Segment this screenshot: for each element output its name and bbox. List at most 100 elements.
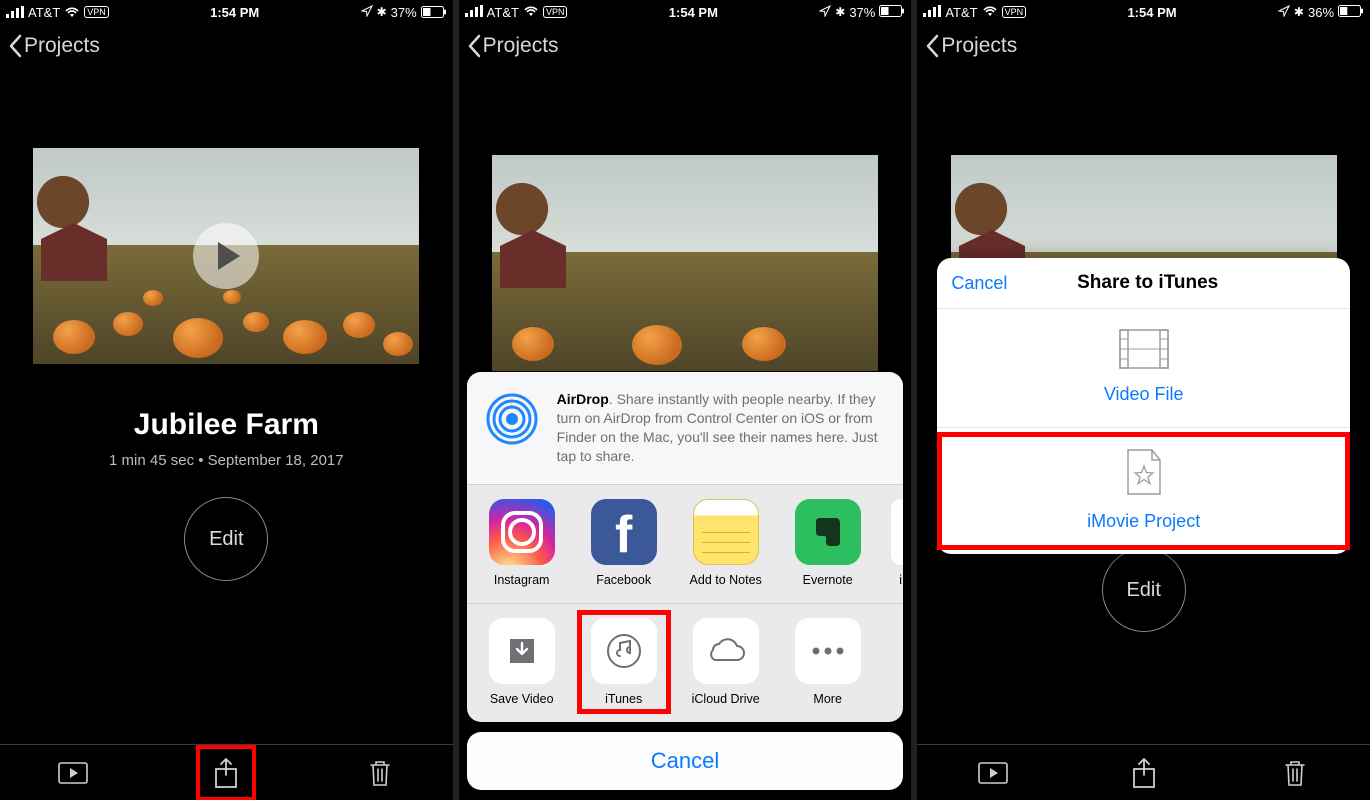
facebook-icon: f bbox=[591, 499, 657, 565]
bottom-toolbar bbox=[917, 744, 1370, 800]
vpn-badge: VPN bbox=[1002, 6, 1027, 18]
bluetooth-icon: ✱ bbox=[377, 5, 387, 19]
action-label: More bbox=[813, 692, 841, 706]
edit-button[interactable]: Edit bbox=[184, 497, 268, 581]
option-label: Video File bbox=[1104, 384, 1184, 405]
icloud-icon bbox=[693, 618, 759, 684]
signal-icon bbox=[465, 5, 483, 20]
video-file-icon bbox=[1119, 329, 1169, 374]
trash-button[interactable] bbox=[1275, 753, 1315, 793]
app-label: Facebook bbox=[596, 573, 651, 587]
project-thumbnail[interactable] bbox=[33, 148, 419, 364]
status-time: 1:54 PM bbox=[210, 5, 259, 20]
location-icon bbox=[361, 5, 373, 20]
share-app-instagram[interactable]: Instagram bbox=[483, 499, 561, 587]
status-time: 1:54 PM bbox=[1127, 5, 1176, 20]
carrier-label: AT&T bbox=[487, 5, 519, 20]
screen-project-detail: AT&T VPN 1:54 PM ✱ 37% Projects bbox=[0, 0, 453, 800]
status-bar: AT&T VPN 1:54 PM ✱ 37% bbox=[0, 0, 453, 22]
share-button[interactable] bbox=[198, 747, 254, 799]
share-cancel-button[interactable]: Cancel bbox=[467, 732, 904, 790]
airdrop-section[interactable]: AirDrop. Share instantly with people nea… bbox=[467, 372, 904, 485]
play-fullscreen-button[interactable] bbox=[973, 753, 1013, 793]
nav-bar: Projects bbox=[459, 22, 912, 70]
share-app-facebook[interactable]: f Facebook bbox=[585, 499, 663, 587]
action-label: iCloud Drive bbox=[692, 692, 760, 706]
vpn-badge: VPN bbox=[84, 6, 109, 18]
battery-icon bbox=[1338, 5, 1364, 20]
instagram-icon bbox=[489, 499, 555, 565]
share-button[interactable] bbox=[1124, 753, 1164, 793]
action-save-video[interactable]: Save Video bbox=[483, 618, 561, 706]
status-time: 1:54 PM bbox=[669, 5, 718, 20]
location-icon bbox=[819, 5, 831, 20]
edit-label: Edit bbox=[209, 528, 243, 551]
screen-share-sheet: AT&T VPN 1:54 PM ✱ 37% Projects bbox=[459, 0, 912, 800]
status-bar: AT&T VPN 1:54 PM ✱ 36% bbox=[917, 0, 1370, 22]
wifi-icon bbox=[523, 5, 539, 20]
location-icon bbox=[1278, 5, 1290, 20]
more-icon bbox=[795, 618, 861, 684]
cancel-label: Cancel bbox=[651, 748, 719, 773]
option-video-file[interactable]: Video File bbox=[937, 309, 1350, 428]
app-label: Evernote bbox=[803, 573, 853, 587]
nav-bar: Projects bbox=[0, 22, 453, 70]
share-app-evernote[interactable]: Evernote bbox=[789, 499, 867, 587]
app-label: Add to Notes bbox=[690, 573, 762, 587]
app-label: Instagram bbox=[494, 573, 550, 587]
screen-share-to-itunes: AT&T VPN 1:54 PM ✱ 36% Projects Edit Can… bbox=[917, 0, 1370, 800]
carrier-label: AT&T bbox=[28, 5, 60, 20]
share-actions-row: Save Video iTunes iCloud Drive bbox=[467, 603, 904, 722]
trash-button[interactable] bbox=[360, 753, 400, 793]
battery-icon bbox=[421, 6, 447, 18]
share-app-overflow[interactable]: i bbox=[891, 499, 904, 587]
back-button[interactable]: Projects bbox=[467, 34, 559, 58]
signal-icon bbox=[6, 6, 24, 18]
bluetooth-icon: ✱ bbox=[1294, 5, 1304, 19]
action-label: iTunes bbox=[605, 692, 642, 706]
bluetooth-icon: ✱ bbox=[835, 5, 845, 19]
action-itunes[interactable]: iTunes bbox=[585, 618, 663, 706]
battery-percent: 37% bbox=[849, 5, 875, 20]
battery-icon bbox=[879, 5, 905, 20]
option-imovie-project[interactable]: iMovie Project bbox=[937, 428, 1350, 554]
imovie-project-icon bbox=[1124, 448, 1164, 501]
partial-app-icon bbox=[891, 499, 904, 565]
project-title: Jubilee Farm bbox=[134, 408, 319, 442]
airdrop-text: AirDrop. Share instantly with people nea… bbox=[557, 390, 888, 466]
back-button[interactable]: Projects bbox=[925, 34, 1017, 58]
action-label: Save Video bbox=[490, 692, 554, 706]
vpn-badge: VPN bbox=[543, 6, 568, 18]
back-button[interactable]: Projects bbox=[8, 34, 100, 58]
signal-icon bbox=[923, 5, 941, 20]
share-sheet: AirDrop. Share instantly with people nea… bbox=[467, 372, 904, 790]
share-apps-row: Instagram f Facebook Add to Notes Everno… bbox=[467, 485, 904, 603]
action-more[interactable]: More bbox=[789, 618, 867, 706]
airdrop-text-bold: AirDrop bbox=[557, 391, 609, 407]
wifi-icon bbox=[982, 5, 998, 20]
edit-button[interactable]: Edit bbox=[1102, 548, 1186, 632]
evernote-icon bbox=[795, 499, 861, 565]
save-video-icon bbox=[489, 618, 555, 684]
popover-title: Share to iTunes bbox=[959, 272, 1336, 294]
notes-icon bbox=[693, 499, 759, 565]
wifi-icon bbox=[64, 6, 80, 18]
back-label: Projects bbox=[483, 34, 559, 58]
share-app-notes[interactable]: Add to Notes bbox=[687, 499, 765, 587]
airdrop-icon bbox=[483, 390, 541, 448]
play-fullscreen-button[interactable] bbox=[53, 753, 93, 793]
project-meta: 1 min 45 sec • September 18, 2017 bbox=[109, 452, 344, 469]
share-to-itunes-popover: Cancel Share to iTunes Video File iMovie… bbox=[937, 258, 1350, 554]
option-label: iMovie Project bbox=[1087, 511, 1200, 532]
play-icon[interactable] bbox=[193, 223, 259, 289]
project-thumbnail bbox=[492, 155, 878, 371]
itunes-icon bbox=[591, 618, 657, 684]
nav-bar: Projects bbox=[917, 22, 1370, 70]
back-label: Projects bbox=[24, 34, 100, 58]
back-label: Projects bbox=[941, 34, 1017, 58]
action-icloud-drive[interactable]: iCloud Drive bbox=[687, 618, 765, 706]
bottom-toolbar bbox=[0, 744, 453, 800]
carrier-label: AT&T bbox=[945, 5, 977, 20]
battery-percent: 37% bbox=[391, 5, 417, 20]
app-label: i bbox=[899, 573, 902, 587]
